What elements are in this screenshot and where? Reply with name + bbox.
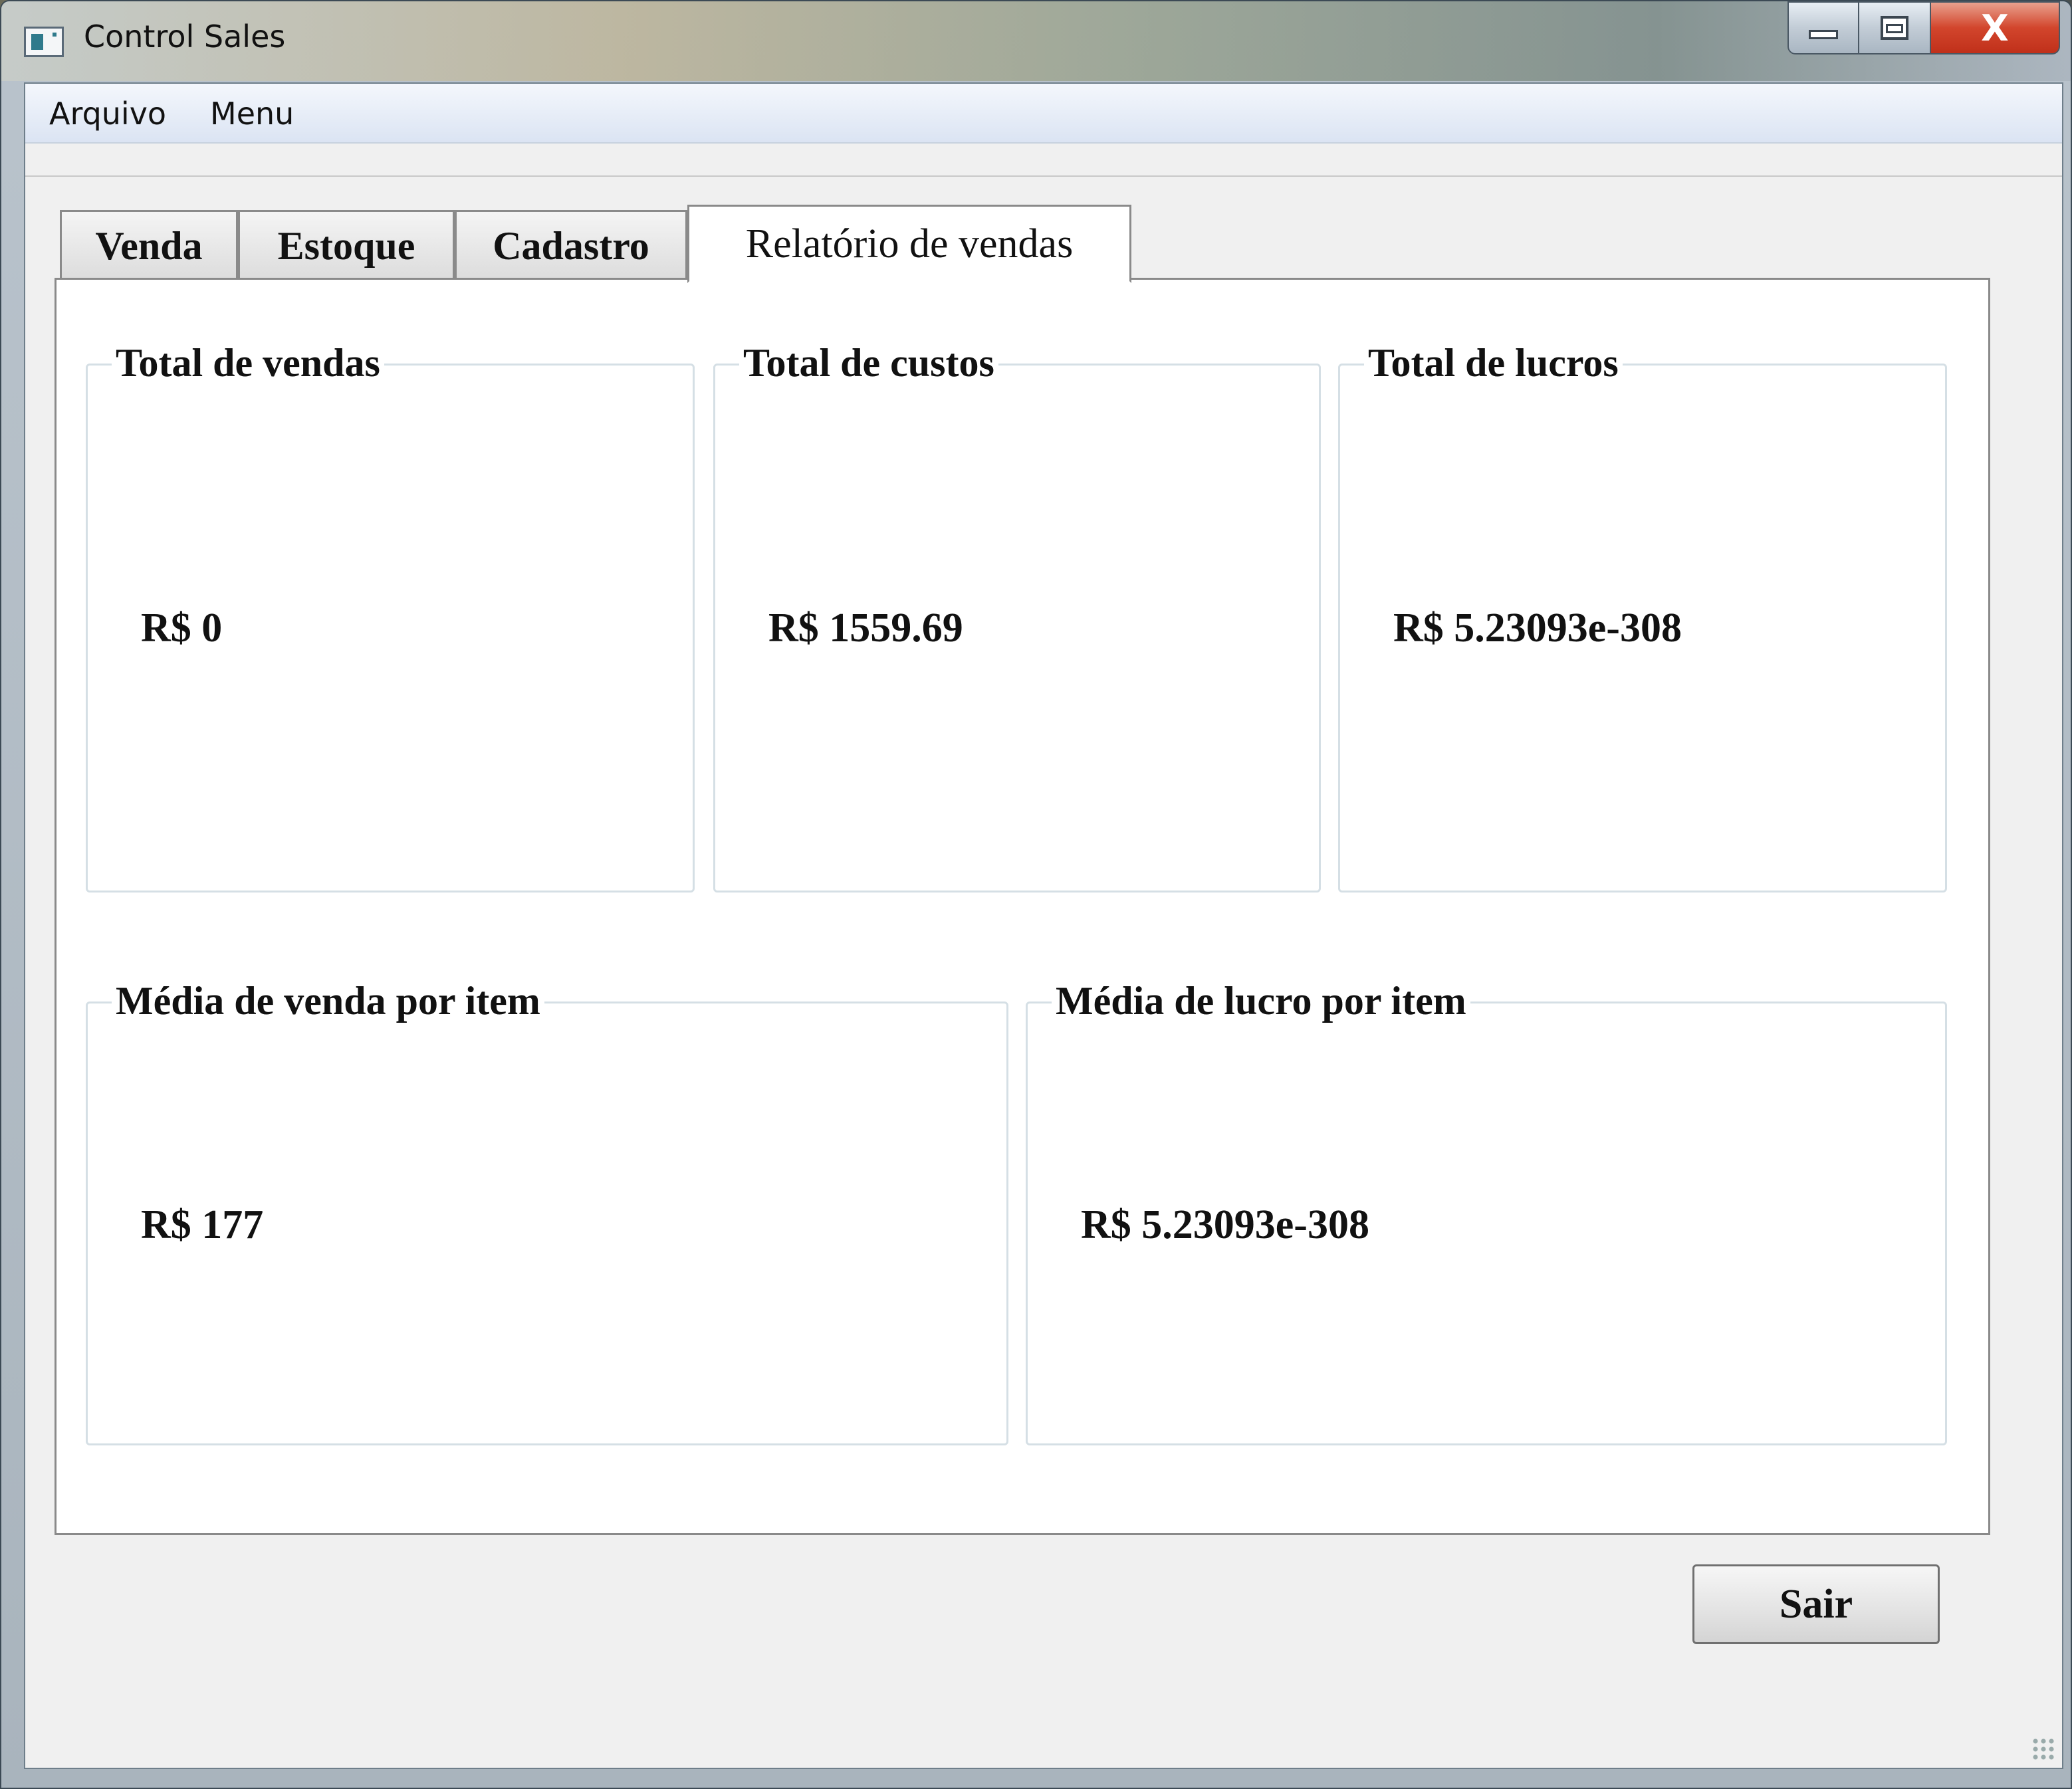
value-media-lucro: R$ 5.23093e-308 (1081, 1202, 1369, 1247)
tab-estoque[interactable]: Estoque (238, 210, 455, 280)
tab-venda[interactable]: Venda (60, 210, 238, 280)
group-media-venda: Média de venda por item R$ 177 (86, 978, 1008, 1445)
minimize-icon (1809, 30, 1838, 39)
close-icon: X (1981, 7, 2009, 49)
resize-grip-icon[interactable] (2031, 1737, 2055, 1761)
menu-arquivo[interactable]: Arquivo (49, 96, 166, 132)
minimize-button[interactable] (1787, 1, 1859, 54)
value-total-lucros: R$ 5.23093e-308 (1393, 605, 1682, 651)
tab-relatorio-de-vendas[interactable]: Relatório de vendas (687, 205, 1131, 283)
group-title-total-lucros: Total de lucros (1364, 340, 1623, 386)
group-title-media-lucro: Média de lucro por item (1052, 978, 1470, 1024)
value-total-vendas: R$ 0 (141, 605, 223, 651)
group-title-media-venda: Média de venda por item (112, 978, 544, 1024)
tab-cadastro[interactable]: Cadastro (455, 210, 687, 280)
window-title: Control Sales (84, 19, 286, 54)
value-media-venda: R$ 177 (141, 1202, 264, 1247)
group-total-vendas: Total de vendas R$ 0 (86, 340, 695, 893)
maximize-button[interactable] (1859, 1, 1931, 54)
title-bar[interactable]: Control Sales X (1, 1, 2071, 81)
group-total-lucros: Total de lucros R$ 5.23093e-308 (1338, 340, 1947, 893)
close-button[interactable]: X (1931, 1, 2060, 54)
value-total-custos: R$ 1559.69 (768, 605, 963, 651)
group-total-custos: Total de custos R$ 1559.69 (713, 340, 1321, 893)
menu-bar: Arquivo Menu (25, 84, 2062, 144)
tab-panel-relatorio: Total de vendas R$ 0 Total de custos R$ … (55, 278, 1990, 1535)
menu-menu[interactable]: Menu (210, 96, 294, 132)
exit-button[interactable]: Sair (1692, 1564, 1940, 1644)
group-media-lucro: Média de lucro por item R$ 5.23093e-308 (1026, 978, 1947, 1445)
group-title-total-custos: Total de custos (739, 340, 998, 386)
client-area: Arquivo Menu Venda Estoque Cadastro Rela… (24, 82, 2063, 1769)
app-window: Control Sales X Arquivo Menu Venda Estoq… (0, 0, 2072, 1789)
group-title-total-vendas: Total de vendas (112, 340, 384, 386)
maximize-icon (1881, 16, 1908, 40)
caption-buttons: X (1787, 1, 2060, 56)
toolbar-strip (25, 144, 2062, 177)
app-icon[interactable] (24, 27, 64, 57)
